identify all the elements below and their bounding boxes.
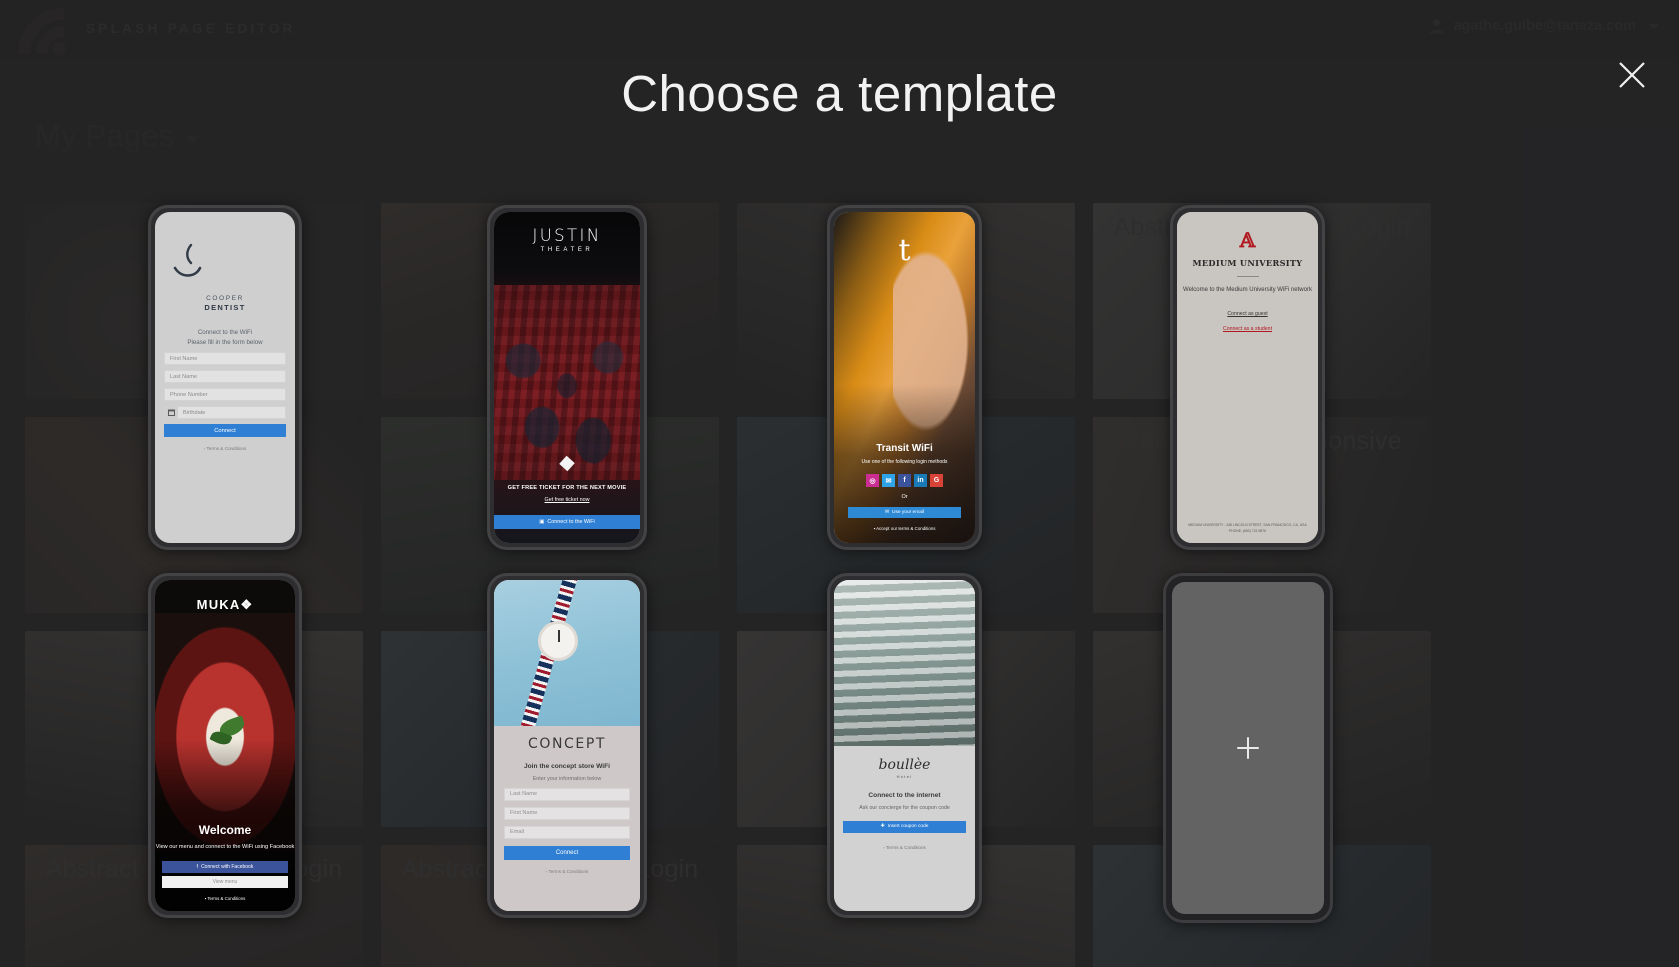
smile-icon (164, 242, 286, 287)
connect-as-student-link[interactable]: Connect as a student (1177, 326, 1318, 332)
social-login-row: ◎ ✉ f in G (834, 474, 975, 487)
template-card-cooper-dentist[interactable]: COOPER DENTIST Connect to the WiFi Pleas… (148, 205, 302, 550)
template-card-muka[interactable]: MUKA❖ Welcome View our menu and connect … (148, 573, 302, 918)
template-preview: 𝔸 MEDIUM UNIVERSITY Welcome to the Mediu… (1177, 212, 1318, 543)
hotel-image (834, 580, 975, 746)
app-root: SPLASH PAGE EDITOR agathe.guibe@tanaza.c… (0, 0, 1679, 967)
free-ticket-link[interactable]: Get free ticket now (494, 497, 640, 503)
subline: Enter your information below (532, 775, 602, 782)
plus-icon[interactable] (1237, 737, 1259, 759)
use-email-button[interactable]: ✉ Use your email (848, 507, 961, 518)
template-preview: boullèe Hotel Connect to the internet As… (834, 580, 975, 911)
subline: Use one of the following login methods (861, 459, 948, 465)
headline: Welcome (198, 823, 252, 838)
last-name-field[interactable]: Last Name (164, 370, 286, 384)
google-icon[interactable]: G (930, 474, 943, 487)
subline: View our menu and connect to the WiFi us… (155, 844, 295, 851)
boullee-logo-sub: Hotel (896, 773, 913, 779)
concept-title: CONCEPT (527, 735, 607, 752)
close-icon[interactable] (1615, 58, 1649, 92)
university-crest-icon: 𝔸 (1239, 228, 1256, 252)
template-preview: MUKA❖ Welcome View our menu and connect … (155, 580, 295, 911)
twitter-icon[interactable]: ✉ (882, 474, 895, 487)
first-name-field[interactable]: First Name (164, 352, 286, 366)
headline: Transit WiFi (876, 443, 933, 454)
view-menu-button[interactable]: View menu (162, 876, 288, 888)
university-footer: MEDIUM UNIVERSITY - 438 LINCOLN STREET, … (1188, 523, 1307, 533)
brand-line-2: DENTIST (204, 303, 246, 312)
boullee-body: boullèe Hotel Connect to the internet As… (834, 746, 975, 850)
template-card-concept[interactable]: CONCEPT Join the concept store WiFi Ente… (487, 573, 647, 918)
terms-label[interactable]: ▪ Terms & Conditions (155, 896, 295, 901)
insert-coupon-button[interactable]: ✚ Insert coupon code (843, 820, 966, 833)
template-card-boullee-hotel[interactable]: boullèe Hotel Connect to the internet As… (827, 573, 982, 918)
template-card-blank[interactable] (1163, 573, 1333, 923)
template-card-transit-wifi[interactable]: t Transit WiFi Use one of the following … (827, 205, 982, 550)
template-list: COOPER DENTIST Connect to the WiFi Pleas… (0, 205, 1679, 945)
muka-logo: MUKA❖ (196, 597, 254, 612)
connect-button[interactable]: Connect (164, 424, 286, 438)
birthdate-field[interactable]: Birthdate (164, 406, 286, 420)
transit-body: Transit WiFi Use one of the following lo… (834, 443, 975, 531)
template-preview: JUSTIN THEATER GET FREE TICKET FOR THE N… (494, 212, 640, 543)
headline: Connect to the WiFi Please fill in the f… (187, 329, 263, 346)
calendar-icon (165, 406, 178, 420)
facebook-icon: f (196, 864, 199, 870)
watch-face-decor (538, 621, 579, 662)
welcome-text: Welcome to the Medium University WiFi ne… (1183, 287, 1312, 293)
divider (1236, 276, 1259, 277)
justin-logo-line1: JUSTIN (532, 226, 602, 245)
template-preview: CONCEPT Join the concept store WiFi Ente… (494, 580, 640, 911)
concept-body: CONCEPT Join the concept store WiFi Ente… (494, 726, 640, 874)
template-card-justin-theater[interactable]: JUSTIN THEATER GET FREE TICKET FOR THE N… (487, 205, 647, 550)
key-icon: ✚ (880, 824, 885, 829)
birthdate-label: Birthdate (183, 409, 206, 416)
terms-label[interactable]: ▫ Terms & Conditions (504, 869, 630, 874)
phone-number-field[interactable]: Phone Number (164, 388, 286, 402)
wifi-icon: ▣ (539, 519, 545, 525)
boullee-logo: boullèe (878, 756, 931, 773)
brand-line-1: COOPER (206, 295, 244, 302)
university-title: MEDIUM UNIVERSITY (1192, 258, 1303, 268)
justin-logo-line2: THEATER (540, 247, 594, 253)
mail-icon: ✉ (884, 510, 890, 515)
watch-image (494, 580, 640, 726)
muka-dots-icon: ❖ (240, 597, 254, 612)
connect-wifi-button[interactable]: ▣ Connect to the WiFi (494, 515, 640, 529)
template-card-medium-university[interactable]: 𝔸 MEDIUM UNIVERSITY Welcome to the Mediu… (1170, 205, 1325, 550)
instagram-icon[interactable]: ◎ (866, 474, 879, 487)
muka-body: Welcome View our menu and connect to the… (155, 823, 295, 901)
or-label: Or (901, 494, 908, 500)
terms-label[interactable]: ▪ Accept our terms & Conditions (834, 526, 975, 531)
connect-button[interactable]: Connect (504, 845, 630, 860)
page-title: Choose a template (621, 65, 1058, 122)
last-name-field[interactable]: Last Name (504, 787, 630, 801)
headline: Join the concept store WiFi (523, 762, 611, 770)
justin-logo: JUSTIN THEATER (494, 212, 640, 253)
headline: Connect to the internet (868, 791, 941, 799)
headline: GET FREE TICKET FOR THE NEXT MOVIE (507, 485, 627, 491)
connect-facebook-button[interactable]: f Connect with Facebook (162, 861, 288, 873)
terms-label[interactable]: ▫ Terms & Conditions (843, 845, 966, 850)
subline: Ask our concierge for the coupon code (859, 804, 950, 811)
template-preview: COOPER DENTIST Connect to the WiFi Pleas… (155, 212, 295, 543)
terms-label[interactable]: ▫ Terms & Conditions (164, 446, 286, 451)
first-name-field[interactable]: First Name (504, 806, 630, 820)
facebook-icon[interactable]: f (898, 474, 911, 487)
linkedin-icon[interactable]: in (914, 474, 927, 487)
email-field[interactable]: Email (504, 825, 630, 839)
template-preview (1172, 582, 1324, 914)
template-preview: t Transit WiFi Use one of the following … (834, 212, 975, 543)
ticket-block: GET FREE TICKET FOR THE NEXT MOVIE Get f… (494, 485, 640, 503)
audience-image (494, 311, 640, 477)
connect-as-guest-link[interactable]: Connect as guest (1177, 311, 1318, 317)
t-letter-logo-icon: t (898, 233, 911, 268)
